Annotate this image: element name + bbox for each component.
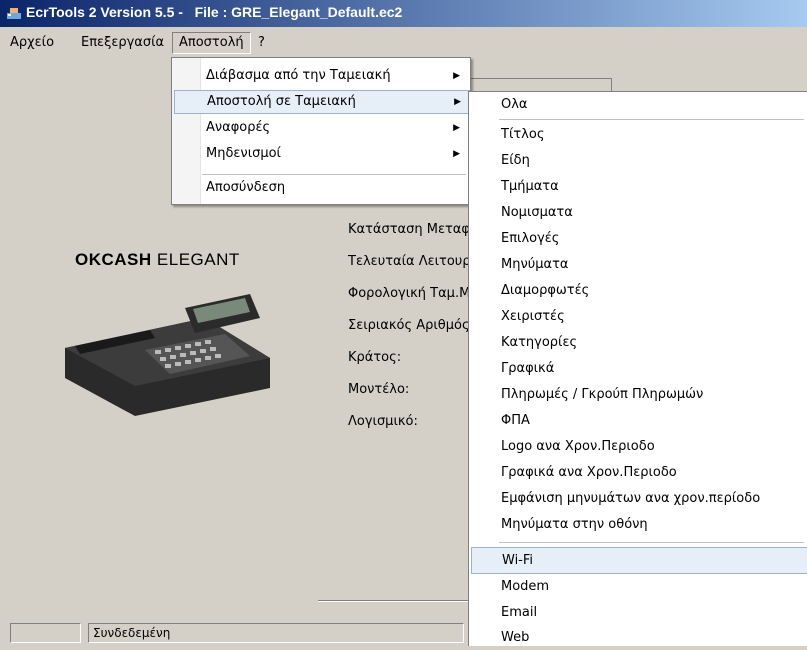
submenu-item-title[interactable]: Τίτλος bbox=[471, 122, 807, 147]
submenu-item-wifi[interactable]: Wi-Fi bbox=[471, 547, 807, 574]
menu-item-read-from-register[interactable]: Διάβασμα από την Ταμειακή ▶ bbox=[174, 64, 468, 88]
menu-item-disconnect[interactable]: Αποσύνδεση bbox=[174, 176, 468, 200]
submenu-arrow-icon: ▶ bbox=[453, 123, 460, 133]
submenu-item-vat[interactable]: ΦΠΑ bbox=[471, 408, 807, 433]
submenu-item-messages[interactable]: Μηνύματα bbox=[471, 252, 807, 277]
submenu-arrow-icon: ▶ bbox=[453, 71, 460, 81]
submenu-item-email[interactable]: Email bbox=[471, 600, 807, 625]
send-to-register-submenu: Ολα Τίτλος Είδη Τμήματα Νομισματα Επιλογ… bbox=[468, 91, 807, 646]
app-icon bbox=[7, 8, 21, 19]
submenu-item-logo-period[interactable]: Logo ανα Χρον.Περιοδο bbox=[471, 434, 807, 459]
submenu-item-categories[interactable]: Κατηγορίες bbox=[471, 330, 807, 355]
info-label-tax-register: Φορολογική Ταμ.Μ bbox=[348, 286, 471, 301]
submenu-arrow-icon: ▶ bbox=[453, 149, 460, 159]
menu-item-send-to-register[interactable]: Αποστολή σε Ταμειακή ▶ bbox=[174, 90, 470, 114]
menu-item-reports[interactable]: Αναφορές ▶ bbox=[174, 116, 468, 140]
submenu-item-currencies[interactable]: Νομισματα bbox=[471, 200, 807, 225]
menu-separator bbox=[499, 119, 804, 120]
info-label-serial-number: Σειριακός Αριθμός bbox=[348, 318, 470, 333]
info-label-transfer-status: Κατάσταση Μεταφ bbox=[348, 222, 470, 237]
menu-item-resets[interactable]: Μηδενισμοί ▶ bbox=[174, 142, 468, 166]
menu-file[interactable]: Αρχείο bbox=[4, 33, 60, 53]
info-label-country: Κράτος: bbox=[348, 350, 402, 365]
submenu-item-modem[interactable]: Modem bbox=[471, 574, 807, 599]
submenu-item-options[interactable]: Επιλογές bbox=[471, 226, 807, 251]
info-label-last-operation: Τελευταία Λειτουρ bbox=[348, 254, 471, 269]
info-label-model: Μοντέλο: bbox=[348, 382, 410, 397]
submenu-item-items[interactable]: Είδη bbox=[471, 148, 807, 173]
submenu-item-all[interactable]: Ολα bbox=[471, 92, 807, 117]
submenu-item-graphics[interactable]: Γραφικά bbox=[471, 356, 807, 381]
menu-separator bbox=[202, 174, 466, 175]
submenu-item-payments[interactable]: Πληρωμές / Γκρούπ Πληρωμών bbox=[471, 382, 807, 407]
submenu-item-formatters[interactable]: Διαμορφωτές bbox=[471, 278, 807, 303]
status-connection: Συνδεδεμένη bbox=[88, 623, 464, 643]
window-title: EcrTools 2 Version 5.5 - File : GRE_Eleg… bbox=[26, 4, 403, 20]
menu-send[interactable]: Αποστολή bbox=[172, 32, 251, 54]
send-menu-dropdown: Διάβασμα από την Ταμειακή ▶ Αποστολή σε … bbox=[171, 57, 471, 205]
title-bar: EcrTools 2 Version 5.5 - File : GRE_Eleg… bbox=[0, 0, 807, 27]
submenu-item-messages-period[interactable]: Εμφάνιση μηνυμάτων ανα χρον.περίοδο bbox=[471, 486, 807, 511]
submenu-item-screen-messages[interactable]: Μηνύματα στην οθόνη bbox=[471, 512, 807, 537]
menu-separator bbox=[499, 542, 804, 543]
submenu-arrow-icon: ▶ bbox=[454, 97, 461, 107]
status-pane-empty bbox=[10, 623, 81, 643]
menu-help[interactable]: ? bbox=[252, 33, 271, 53]
device-brand: OKCASH ELEGANT bbox=[75, 250, 240, 269]
cash-register-image bbox=[65, 294, 270, 416]
divider bbox=[318, 600, 478, 602]
submenu-item-operators[interactable]: Χειριστές bbox=[471, 304, 807, 329]
info-label-software: Λογισμικό: bbox=[348, 414, 418, 429]
submenu-item-departments[interactable]: Τμήματα bbox=[471, 174, 807, 199]
menu-edit[interactable]: Επεξεργασία bbox=[75, 33, 170, 53]
menu-bar: Αρχείο Επεξεργασία Αποστολή ? bbox=[0, 29, 807, 55]
submenu-item-graphics-period[interactable]: Γραφικά ανα Χρον.Περιοδο bbox=[471, 460, 807, 485]
submenu-item-web[interactable]: Web bbox=[471, 625, 807, 650]
